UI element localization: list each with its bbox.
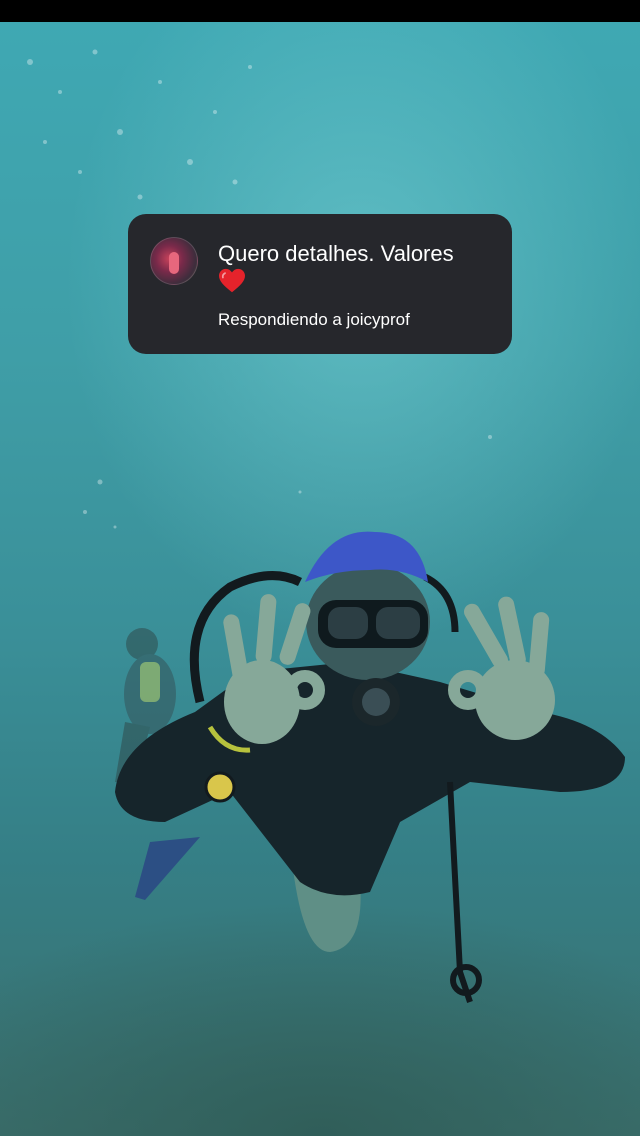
story-photo — [0, 22, 640, 1136]
avatar — [150, 237, 198, 285]
underwater-diver-illustration — [0, 49, 640, 1136]
status-bar — [0, 0, 640, 22]
reply-sticker[interactable]: Quero detalhes. Valores Respondiendo a j… — [128, 214, 512, 354]
reply-context: Respondiendo a joicyprof — [218, 310, 410, 329]
reply-message: Quero detalhes. Valores — [218, 241, 498, 294]
red-heart-icon — [219, 268, 245, 293]
reply-message-text: Quero detalhes. Valores — [218, 241, 454, 266]
